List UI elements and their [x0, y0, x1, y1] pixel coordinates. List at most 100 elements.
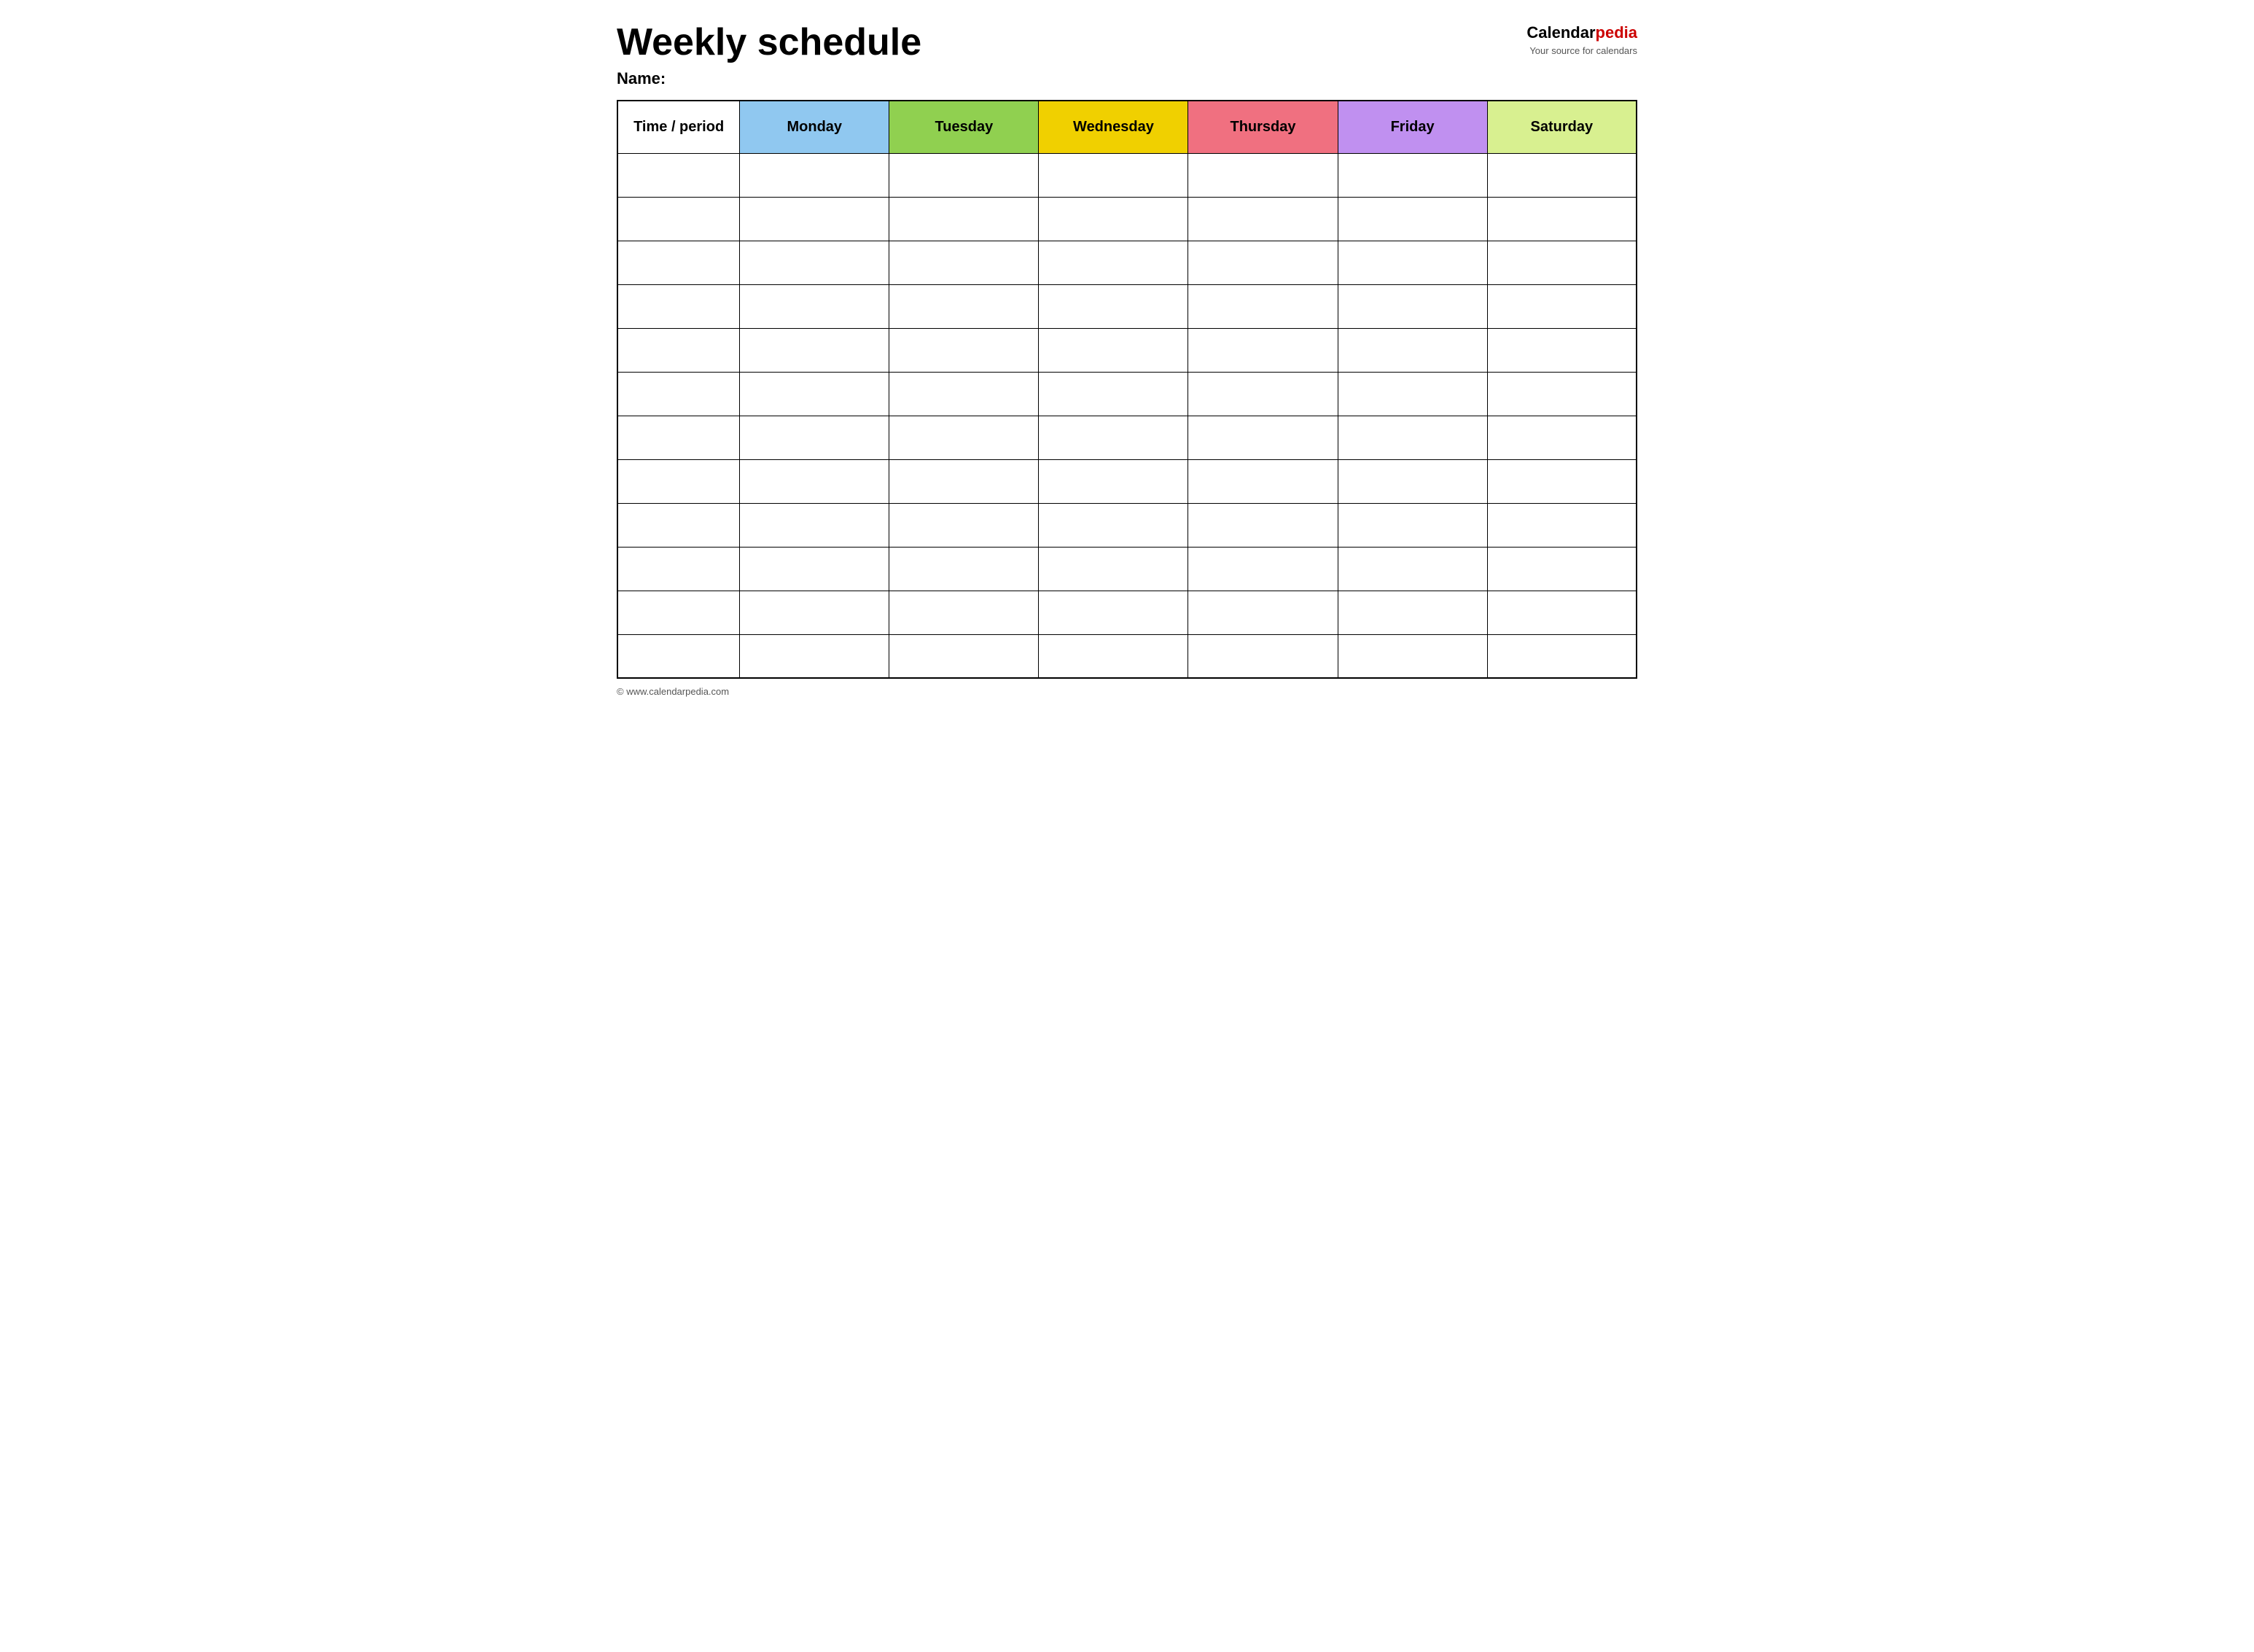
- schedule-cell[interactable]: [889, 591, 1039, 634]
- time-cell[interactable]: [617, 197, 740, 241]
- schedule-cell[interactable]: [1188, 328, 1338, 372]
- time-cell[interactable]: [617, 284, 740, 328]
- col-header-wednesday: Wednesday: [1039, 101, 1188, 153]
- table-row: [617, 153, 1637, 197]
- schedule-cell[interactable]: [1338, 459, 1487, 503]
- schedule-cell[interactable]: [1039, 241, 1188, 284]
- schedule-cell[interactable]: [1039, 372, 1188, 416]
- schedule-cell[interactable]: [740, 634, 889, 678]
- schedule-cell[interactable]: [889, 328, 1039, 372]
- col-header-time: Time / period: [617, 101, 740, 153]
- schedule-cell[interactable]: [889, 372, 1039, 416]
- schedule-cell[interactable]: [889, 416, 1039, 459]
- schedule-cell[interactable]: [740, 503, 889, 547]
- schedule-cell[interactable]: [1039, 503, 1188, 547]
- schedule-cell[interactable]: [1487, 634, 1637, 678]
- schedule-cell[interactable]: [1039, 459, 1188, 503]
- brand-name: Calendarpedia: [1526, 22, 1637, 44]
- schedule-cell[interactable]: [740, 547, 889, 591]
- schedule-cell[interactable]: [1188, 416, 1338, 459]
- schedule-cell[interactable]: [1039, 284, 1188, 328]
- schedule-cell[interactable]: [740, 153, 889, 197]
- schedule-cell[interactable]: [740, 241, 889, 284]
- schedule-cell[interactable]: [889, 284, 1039, 328]
- schedule-cell[interactable]: [1039, 634, 1188, 678]
- col-header-monday: Monday: [740, 101, 889, 153]
- schedule-cell[interactable]: [1487, 459, 1637, 503]
- schedule-cell[interactable]: [1338, 328, 1487, 372]
- name-label: Name:: [617, 69, 666, 87]
- schedule-cell[interactable]: [1487, 372, 1637, 416]
- schedule-cell[interactable]: [1338, 591, 1487, 634]
- schedule-cell[interactable]: [1338, 153, 1487, 197]
- schedule-cell[interactable]: [1039, 591, 1188, 634]
- schedule-cell[interactable]: [1487, 241, 1637, 284]
- schedule-cell[interactable]: [889, 241, 1039, 284]
- time-cell[interactable]: [617, 328, 740, 372]
- schedule-cell[interactable]: [889, 197, 1039, 241]
- schedule-cell[interactable]: [889, 634, 1039, 678]
- col-header-saturday: Saturday: [1487, 101, 1637, 153]
- schedule-cell[interactable]: [740, 459, 889, 503]
- schedule-cell[interactable]: [1338, 503, 1487, 547]
- schedule-cell[interactable]: [1338, 372, 1487, 416]
- schedule-cell[interactable]: [740, 372, 889, 416]
- schedule-cell[interactable]: [1188, 241, 1338, 284]
- schedule-cell[interactable]: [889, 547, 1039, 591]
- schedule-cell[interactable]: [1188, 503, 1338, 547]
- time-cell[interactable]: [617, 634, 740, 678]
- schedule-cell[interactable]: [1487, 416, 1637, 459]
- page-title: Weekly schedule: [617, 22, 921, 63]
- table-row: [617, 197, 1637, 241]
- time-cell[interactable]: [617, 153, 740, 197]
- col-header-friday: Friday: [1338, 101, 1487, 153]
- schedule-cell[interactable]: [1188, 284, 1338, 328]
- table-row: [617, 328, 1637, 372]
- schedule-cell[interactable]: [1487, 503, 1637, 547]
- schedule-cell[interactable]: [1188, 634, 1338, 678]
- schedule-cell[interactable]: [1338, 197, 1487, 241]
- schedule-table: Time / period Monday Tuesday Wednesday T…: [617, 100, 1637, 679]
- time-cell[interactable]: [617, 459, 740, 503]
- schedule-cell[interactable]: [889, 503, 1039, 547]
- schedule-cell[interactable]: [1188, 372, 1338, 416]
- time-cell[interactable]: [617, 241, 740, 284]
- schedule-cell[interactable]: [1039, 153, 1188, 197]
- schedule-cell[interactable]: [740, 197, 889, 241]
- schedule-cell[interactable]: [1338, 241, 1487, 284]
- time-cell[interactable]: [617, 372, 740, 416]
- schedule-cell[interactable]: [1487, 591, 1637, 634]
- schedule-cell[interactable]: [1188, 153, 1338, 197]
- schedule-cell[interactable]: [1188, 197, 1338, 241]
- table-row: [617, 372, 1637, 416]
- schedule-cell[interactable]: [740, 591, 889, 634]
- header-row-table: Time / period Monday Tuesday Wednesday T…: [617, 101, 1637, 153]
- schedule-cell[interactable]: [1487, 547, 1637, 591]
- time-cell[interactable]: [617, 591, 740, 634]
- schedule-cell[interactable]: [740, 284, 889, 328]
- schedule-cell[interactable]: [740, 416, 889, 459]
- schedule-cell[interactable]: [1039, 328, 1188, 372]
- time-cell[interactable]: [617, 416, 740, 459]
- schedule-cell[interactable]: [1487, 197, 1637, 241]
- schedule-cell[interactable]: [1487, 328, 1637, 372]
- schedule-cell[interactable]: [1338, 284, 1487, 328]
- schedule-cell[interactable]: [1338, 634, 1487, 678]
- schedule-cell[interactable]: [1338, 416, 1487, 459]
- schedule-cell[interactable]: [1188, 459, 1338, 503]
- schedule-cell[interactable]: [1188, 547, 1338, 591]
- schedule-cell[interactable]: [889, 153, 1039, 197]
- footer: © www.calendarpedia.com: [617, 686, 1637, 697]
- schedule-cell[interactable]: [889, 459, 1039, 503]
- time-cell[interactable]: [617, 503, 740, 547]
- schedule-cell[interactable]: [1338, 547, 1487, 591]
- schedule-cell[interactable]: [1039, 547, 1188, 591]
- schedule-cell[interactable]: [1487, 153, 1637, 197]
- schedule-cell[interactable]: [1039, 416, 1188, 459]
- schedule-cell[interactable]: [1039, 197, 1188, 241]
- schedule-cell[interactable]: [740, 328, 889, 372]
- schedule-cell[interactable]: [1188, 591, 1338, 634]
- schedule-cell[interactable]: [1487, 284, 1637, 328]
- table-row: [617, 459, 1637, 503]
- time-cell[interactable]: [617, 547, 740, 591]
